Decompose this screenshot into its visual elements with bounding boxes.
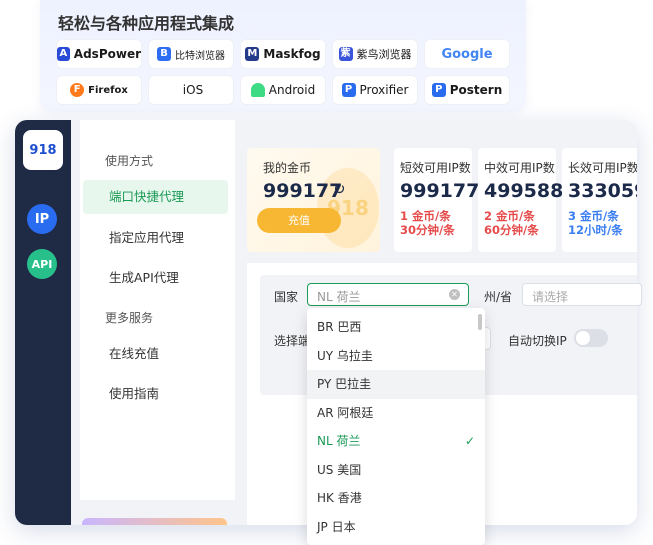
- bitbrowser-logo: B 比特浏览器: [148, 39, 234, 69]
- google-logo: Google: [424, 39, 510, 69]
- ziniao-logo: 紫紫鸟浏览器: [332, 39, 418, 69]
- adspower-icon: A: [57, 47, 70, 61]
- country-label: 国家: [274, 290, 299, 304]
- adspower-logo: A AdsPower: [56, 39, 142, 69]
- ziniao-icon: 紫: [338, 47, 353, 61]
- coin-label: 我的金币: [263, 161, 312, 175]
- left-menu: 使用方式 端口快捷代理 指定应用代理 生成API代理 更多服务 在线充值 使用指…: [80, 120, 235, 500]
- port-label: 选择端: [274, 334, 311, 348]
- short-ip-label: 短效可用IP数: [400, 161, 471, 175]
- country-option-ar[interactable]: AR 阿根廷: [307, 399, 485, 428]
- clear-icon[interactable]: ✕: [449, 289, 460, 300]
- short-ip-value: 999177: [400, 180, 480, 202]
- state-label: 州/省: [484, 290, 513, 304]
- ios-logo: iOS: [148, 75, 234, 105]
- country-select[interactable]: NL 荷兰 ✕: [307, 283, 469, 306]
- api-nav-button[interactable]: API: [27, 249, 57, 279]
- country-option-hk[interactable]: HK 香港: [307, 484, 485, 513]
- country-option-py[interactable]: PY 巴拉圭: [307, 370, 485, 399]
- maskfog-logo: M Maskfog: [240, 39, 326, 69]
- country-option-us[interactable]: US 美国: [307, 456, 485, 485]
- check-icon: ✓: [464, 434, 475, 448]
- mid-ip-value: 499588: [484, 180, 564, 202]
- long-ip-value: 333059: [568, 180, 637, 202]
- side-rail: 918 IP API: [15, 120, 71, 525]
- coin-card: 918 我的金币 999177 ↻ 充值: [247, 148, 380, 252]
- long-ip-card: 长效可用IP数 333059 3 金币/条 12小时/条: [562, 148, 637, 252]
- proxifier-icon: P: [341, 83, 356, 97]
- menu-item-recharge[interactable]: 在线充值: [83, 337, 228, 371]
- recharge-button[interactable]: 充值: [257, 208, 341, 233]
- integration-logo-grid: A AdsPower B 比特浏览器 M Maskfog 紫紫鸟浏览器 Google …: [56, 39, 512, 105]
- long-ip-duration: 12小时/条: [568, 223, 623, 237]
- mid-ip-duration: 60分钟/条: [484, 223, 539, 237]
- auto-switch-label: 自动切换IP: [508, 334, 567, 348]
- ip-nav-button[interactable]: IP: [27, 204, 57, 234]
- menu-item-port-proxy[interactable]: 端口快捷代理: [83, 180, 228, 214]
- country-option-nl[interactable]: NL 荷兰 ✓: [307, 427, 485, 456]
- menu-section-more: 更多服务: [105, 311, 154, 325]
- menu-item-api-proxy[interactable]: 生成API代理: [83, 261, 228, 295]
- state-select[interactable]: 请选择: [522, 283, 642, 306]
- proxifier-logo: P Proxifier: [332, 75, 418, 105]
- firefox-icon: F: [70, 83, 85, 97]
- postern-logo: P Postern: [424, 75, 510, 105]
- postern-icon: P: [431, 83, 446, 97]
- country-option-br[interactable]: BR 巴西: [307, 313, 485, 342]
- short-ip-card: 短效可用IP数 999177 1 金币/条 30分钟/条: [394, 148, 479, 252]
- country-option-jp[interactable]: JP 日本: [307, 513, 485, 542]
- mid-ip-card: 中效可用IP数 499588 2 金币/条 60分钟/条: [478, 148, 563, 252]
- firefox-logo: F Firefox: [56, 75, 142, 105]
- menu-item-app-proxy[interactable]: 指定应用代理: [83, 221, 228, 255]
- short-ip-duration: 30分钟/条: [400, 223, 455, 237]
- bitbrowser-icon: B: [157, 47, 171, 61]
- menu-item-guide[interactable]: 使用指南: [83, 377, 228, 411]
- long-ip-label: 长效可用IP数: [568, 161, 637, 175]
- refresh-icon[interactable]: ↻: [333, 180, 346, 198]
- country-option-uy[interactable]: UY 乌拉圭: [307, 342, 485, 371]
- country-dropdown: BR 巴西 UY 乌拉圭 PY 巴拉圭 AR 阿根廷 NL 荷兰 ✓ US 美国…: [307, 308, 485, 545]
- menu-section-usage: 使用方式: [105, 154, 154, 168]
- integrations-panel: 轻松与各种应用程式集成 A AdsPower B 比特浏览器 M Maskfog 紫紫…: [40, 0, 526, 112]
- android-icon: [250, 83, 265, 97]
- mid-ip-label: 中效可用IP数: [484, 161, 555, 175]
- promo-banner[interactable]: [82, 518, 227, 525]
- app-logo[interactable]: 918: [23, 130, 63, 170]
- integrations-title: 轻松与各种应用程式集成: [58, 14, 235, 33]
- maskfog-icon: M: [245, 47, 260, 61]
- coin-value: 999177: [263, 180, 343, 202]
- auto-switch-toggle[interactable]: [574, 329, 608, 347]
- android-logo: Android: [240, 75, 326, 105]
